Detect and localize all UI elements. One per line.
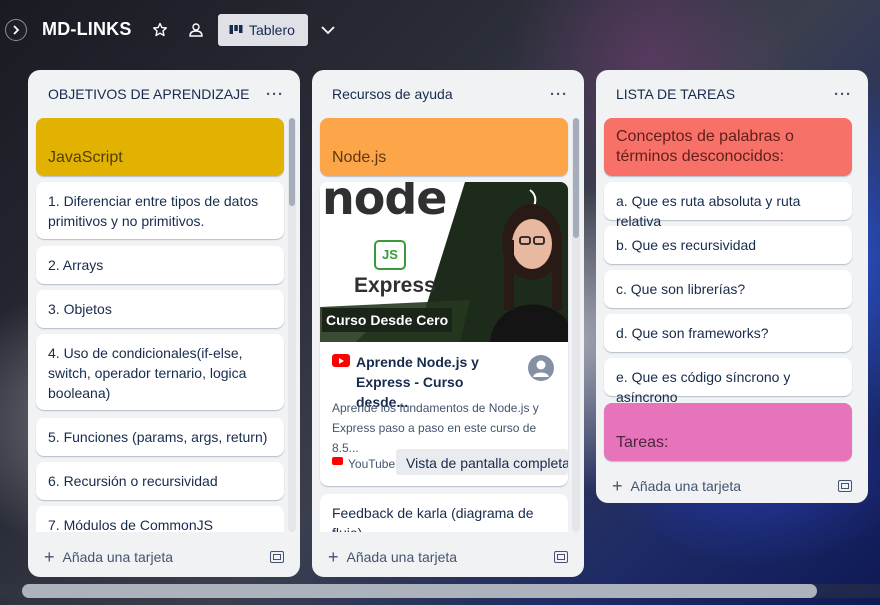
list-menu-icon[interactable]: ···: [266, 86, 284, 103]
chevron-right-icon: [13, 25, 20, 35]
list-title[interactable]: OBJETIVOS DE APRENDIZAJE: [48, 86, 250, 102]
board-view-button[interactable]: Tablero: [218, 14, 308, 46]
youtube-small-icon: [332, 457, 343, 465]
list-item[interactable]: Feedback de karla (diagrama de flujo): [320, 494, 568, 532]
list-item[interactable]: 5. Funciones (params, args, return): [36, 418, 284, 456]
list-header[interactable]: LISTA DE TAREAS: [596, 70, 868, 118]
cover-card-tareas[interactable]: Tareas:: [604, 403, 852, 461]
list-title[interactable]: Recursos de ayuda: [332, 86, 453, 102]
video-thumbnail[interactable]: node JS Express Curso Desde Cero: [320, 182, 568, 342]
expand-sidebar-button[interactable]: [5, 19, 27, 41]
chevron-down-icon[interactable]: [318, 20, 338, 40]
add-card-button[interactable]: + Añada una tarjeta: [612, 476, 742, 496]
list-item[interactable]: a. Que es ruta absoluta y ruta relativa: [604, 182, 852, 229]
avatar[interactable]: [528, 355, 554, 381]
youtube-icon: [332, 354, 350, 367]
cover-card-nodejs[interactable]: Node.js: [320, 118, 568, 176]
list-item[interactable]: 7. Módulos de CommonJS: [36, 506, 284, 532]
plus-icon: +: [44, 547, 55, 567]
template-icon[interactable]: [838, 480, 852, 492]
link-card[interactable]: node JS Express Curso Desde Cero Aprende…: [320, 182, 568, 486]
user-icon: [533, 360, 549, 377]
list-item[interactable]: 2. Arrays: [36, 246, 284, 284]
list-scrollbar[interactable]: [288, 118, 296, 532]
scroll-thumb[interactable]: [289, 118, 295, 206]
cover-card-javascript[interactable]: JavaScript: [36, 118, 284, 176]
add-card-button[interactable]: + Añada una tarjeta: [328, 547, 458, 567]
list-title[interactable]: LISTA DE TAREAS: [616, 86, 735, 102]
js-hexagon-icon: JS: [374, 240, 406, 270]
plus-icon: +: [328, 547, 339, 567]
cover-card-title: Tareas:: [616, 434, 669, 451]
card-clip: 7. Módulos de CommonJS: [36, 506, 284, 532]
board-header: MD-LINKS Tablero: [0, 0, 880, 60]
node-logo-text: node: [322, 182, 447, 225]
board-scrollbar-thumb[interactable]: [22, 584, 817, 598]
template-icon[interactable]: [270, 551, 284, 563]
list-menu-icon[interactable]: ···: [550, 86, 568, 103]
add-card-button[interactable]: + Añada una tarjeta: [44, 547, 174, 567]
list-item[interactable]: b. Que es recursividad: [604, 226, 852, 264]
add-card-label: Añada una tarjeta: [62, 549, 174, 565]
fullscreen-view-button[interactable]: Vista de pantalla completa: [396, 449, 568, 475]
cover-card-title: Conceptos de palabras o términos descono…: [616, 128, 794, 165]
list-header[interactable]: OBJETIVOS DE APRENDIZAJE: [28, 70, 300, 118]
plus-icon: +: [612, 476, 623, 496]
list-item[interactable]: e. Que es código síncrono y asíncrono: [604, 358, 852, 405]
list-item[interactable]: 4. Uso de condicionales(if-else, switch,…: [36, 334, 284, 410]
list-tareas: LISTA DE TAREAS ··· Conceptos de palabra…: [596, 70, 868, 503]
thumbnail-caption: Curso Desde Cero: [322, 308, 453, 332]
board-title[interactable]: MD-LINKS: [42, 19, 132, 40]
list-menu-icon[interactable]: ···: [834, 86, 852, 103]
cover-card-title: JavaScript: [48, 149, 123, 166]
express-label: Express: [354, 274, 436, 297]
template-icon[interactable]: [554, 551, 568, 563]
board-icon: [229, 25, 243, 34]
cover-card-conceptos[interactable]: Conceptos de palabras o términos descono…: [604, 118, 852, 176]
list-header[interactable]: Recursos de ayuda: [312, 70, 584, 118]
link-card-source: YouTube: [348, 457, 396, 471]
list-scrollbar[interactable]: [572, 118, 580, 532]
list-objetivos: OBJETIVOS DE APRENDIZAJE ··· JavaScript …: [28, 70, 300, 577]
add-card-label: Añada una tarjeta: [346, 549, 458, 565]
list-item[interactable]: 3. Objetos: [36, 290, 284, 328]
list-item[interactable]: d. Que son frameworks?: [604, 314, 852, 352]
add-card-label: Añada una tarjeta: [630, 478, 742, 494]
cover-card-title: Node.js: [332, 149, 387, 166]
list-item[interactable]: 6. Recursión o recursividad: [36, 462, 284, 500]
card-clip: Feedback de karla (diagrama de flujo): [320, 494, 568, 532]
board-view-label: Tablero: [249, 22, 295, 38]
list-item[interactable]: 1. Diferenciar entre tipos de datos prim…: [36, 182, 284, 239]
list-item[interactable]: c. Que son librerías?: [604, 270, 852, 308]
star-icon[interactable]: [150, 20, 170, 40]
scroll-thumb[interactable]: [573, 118, 579, 238]
people-icon[interactable]: [186, 20, 206, 40]
fullscreen-view-label: Vista de pantalla completa: [406, 455, 568, 471]
list-recursos: Recursos de ayuda ··· Node.js node JS Ex…: [312, 70, 584, 577]
